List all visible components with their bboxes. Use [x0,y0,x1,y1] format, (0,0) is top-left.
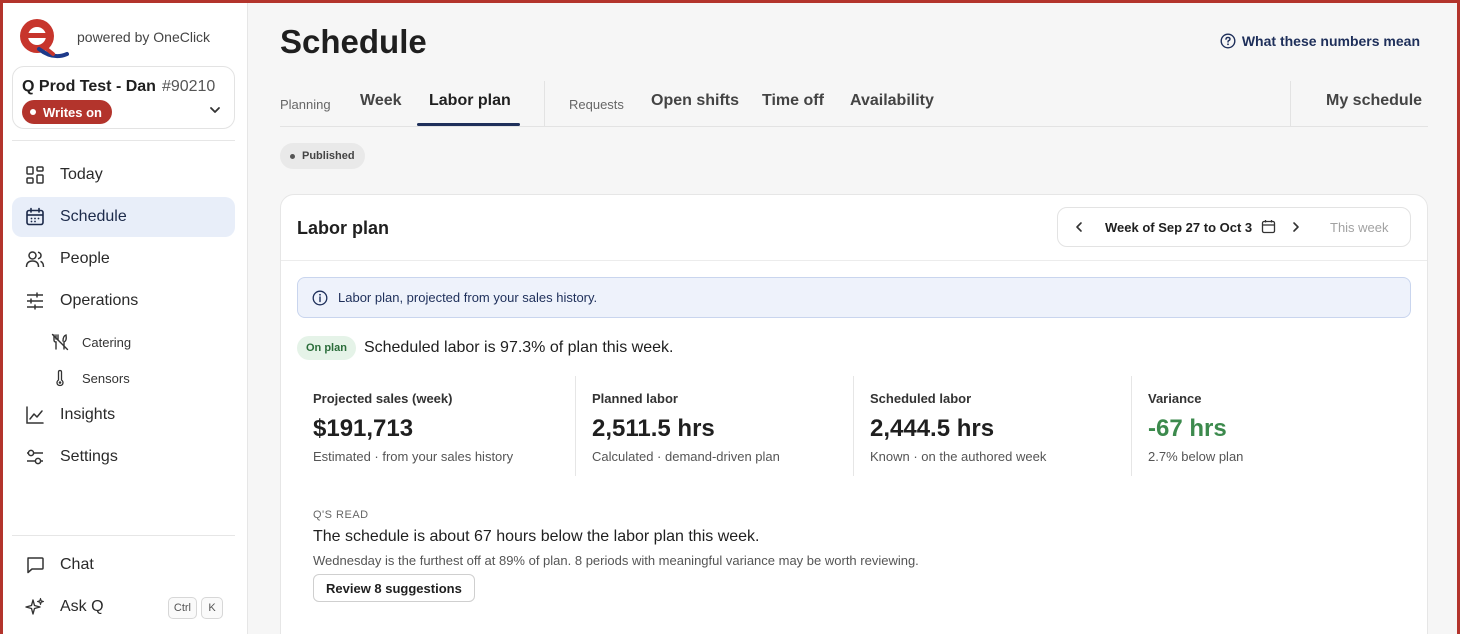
chevron-down-icon[interactable] [208,103,222,117]
sidebar-item-label: Insights [60,406,116,423]
sidebar-item-ask-q[interactable]: Ask Q Ctrl K [12,587,235,627]
tab-group-requests: Requests [569,97,624,112]
week-picker: Week of Sep 27 to Oct 3 This week [1057,207,1411,247]
tab-open-shifts[interactable]: Open shifts [651,92,739,110]
line-chart-icon [26,406,44,424]
review-suggestions-button[interactable]: Review 8 suggestions [313,574,475,602]
chevron-right-icon[interactable] [1289,220,1303,234]
stat-divider [853,376,854,476]
powered-by-text: powered by OneClick [77,29,211,45]
keyboard-shortcut: Ctrl K [167,597,223,619]
on-plan-summary: On plan Scheduled labor is 97.3% of plan… [297,336,673,360]
info-banner: Labor plan, projected from your sales hi… [297,277,1411,318]
stat-variance: Variance -67 hrs 2.7% below plan [1148,391,1244,464]
tabs-bar: Planning Week Labor plan Requests Open s… [280,77,1428,127]
q-read-title: The schedule is about 67 hours below the… [313,528,760,545]
tab-my-schedule[interactable]: My schedule [1326,92,1422,110]
sidebar-item-chat[interactable]: Chat [12,545,235,585]
chat-icon [27,557,44,574]
tab-week[interactable]: Week [360,92,402,110]
sidebar-item-label: Chat [60,556,94,573]
sidebar-divider [12,535,235,536]
writes-on-badge: Writes on [22,100,112,124]
week-label[interactable]: Week of Sep 27 to Oct 3 [1105,220,1252,235]
tab-divider [544,81,545,127]
stat-divider [575,376,576,476]
sliders-icon [27,292,43,310]
stat-divider [1131,376,1132,476]
help-circle-icon [1220,33,1236,49]
chevron-left-icon[interactable] [1072,220,1086,234]
q-read-label: Q'S READ [313,509,369,521]
main-content: Schedule What these numbers mean Plannin… [248,3,1457,634]
sidebar-item-label: Ask Q [60,598,104,615]
sidebar-item-insights[interactable]: Insights [12,395,235,435]
status-dot-icon [290,153,295,159]
stat-scheduled-labor: Scheduled labor 2,444.5 hrs Known · on t… [870,391,1047,464]
store-name: Q Prod Test - Dan #90210 [22,78,216,95]
tab-divider [1290,81,1291,127]
page-title: Schedule [280,23,427,60]
q-read-detail: Wednesday is the furthest off at 89% of … [313,553,919,568]
sidebar-sub-label: Sensors [82,370,130,386]
settings-icon [27,449,43,465]
sparkles-icon [25,597,45,615]
sidebar-item-schedule[interactable]: Schedule [12,197,235,237]
this-week-button[interactable]: This week [1330,220,1389,235]
kbd-k: K [201,597,223,619]
utensils-off-icon [51,333,69,351]
sidebar: powered by OneClick Q Prod Test - Dan #90… [3,3,248,634]
thermometer-icon [56,369,64,387]
status-dot-icon [30,109,36,115]
sidebar-sub-label: Catering [82,334,132,350]
sidebar-item-settings[interactable]: Settings [12,437,235,477]
stat-projected-sales: Projected sales (week) $191,713 Estimate… [313,391,514,464]
store-switcher[interactable]: Q Prod Test - Dan #90210 Writes on [12,66,235,129]
sidebar-item-label: Today [60,166,103,183]
on-plan-badge: On plan [297,336,356,360]
card-title: Labor plan [297,218,390,238]
on-plan-text: Scheduled labor is 97.3% of plan this we… [363,339,674,356]
sidebar-item-catering[interactable]: Catering [51,327,131,357]
active-tab-indicator [417,123,520,126]
info-icon [312,290,328,305]
status-badge: Published [280,143,365,169]
labor-plan-card: Labor plan Week of Sep 27 to Oct 3 This … [280,194,1428,634]
tab-labor-plan[interactable]: Labor plan [429,92,511,110]
brand[interactable]: powered by OneClick [17,16,210,60]
people-icon [25,251,45,268]
calendar-icon [26,207,44,226]
kbd-ctrl: Ctrl [167,597,197,619]
tab-time-off[interactable]: Time off [762,92,824,110]
sidebar-divider [12,140,235,141]
sidebar-item-today[interactable]: Today [12,155,235,195]
grid-icon [26,166,44,184]
card-header-divider [281,260,1427,261]
tab-group-planning: Planning [280,97,331,112]
sidebar-item-label: Settings [60,448,118,465]
sidebar-item-label: Operations [60,292,139,309]
sidebar-item-label: People [60,250,110,267]
stat-planned-labor: Planned labor 2,511.5 hrs Calculated · d… [592,391,780,464]
help-link[interactable]: What these numbers mean [1220,33,1420,49]
oneclick-logo-icon [20,19,69,59]
store-id: #90210 [161,78,216,95]
tab-availability[interactable]: Availability [850,92,934,110]
sidebar-item-operations[interactable]: Operations [12,281,235,321]
sidebar-item-label: Schedule [60,208,127,225]
calendar-icon[interactable] [1261,219,1276,234]
sidebar-item-people[interactable]: People [12,239,235,279]
sidebar-item-sensors[interactable]: Sensors [51,363,130,393]
